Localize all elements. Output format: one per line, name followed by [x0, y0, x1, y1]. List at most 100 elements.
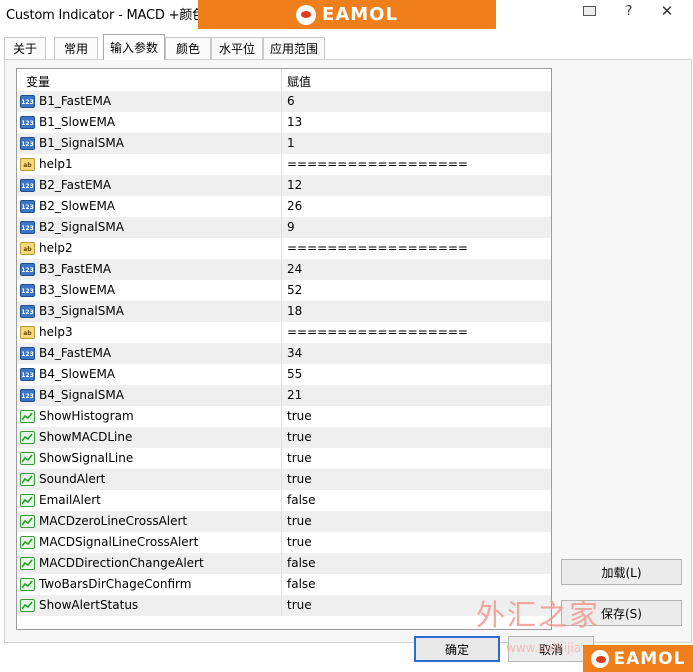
parameter-name: ShowSignalLine	[39, 451, 134, 465]
parameter-name: help1	[39, 157, 73, 171]
table-row[interactable]: ShowSignalLine true	[17, 448, 551, 469]
table-row[interactable]: EmailAlert false	[17, 490, 551, 511]
table-row[interactable]: 123 B3_SlowEMA 52	[17, 280, 551, 301]
column-header-value[interactable]: 赋值	[287, 73, 311, 90]
integer-type-icon: 123	[20, 389, 35, 402]
parameter-name: B1_SignalSMA	[39, 136, 124, 150]
bool-type-icon	[20, 494, 35, 507]
parameter-name: B2_SignalSMA	[39, 220, 124, 234]
integer-type-icon: 123	[20, 200, 35, 213]
tab-input-parameters[interactable]: 输入参数	[103, 34, 165, 60]
table-row[interactable]: 123 B3_SignalSMA 18	[17, 301, 551, 322]
cell-divider	[281, 490, 282, 511]
parameter-name: SoundAlert	[39, 472, 106, 486]
tab-colors[interactable]: 颜色	[165, 37, 211, 59]
integer-type-icon: 123	[20, 305, 35, 318]
brand-logo-icon	[590, 649, 609, 668]
bool-type-icon	[20, 452, 35, 465]
table-row[interactable]: TwoBarsDirChageConfirm false	[17, 574, 551, 595]
parameter-value[interactable]: true	[287, 535, 312, 549]
integer-type-icon: 123	[20, 137, 35, 150]
parameter-value[interactable]: true	[287, 514, 312, 528]
tab-about[interactable]: 关于	[4, 37, 46, 59]
parameter-value[interactable]: 6	[287, 94, 295, 108]
parameter-value[interactable]: 13	[287, 115, 302, 129]
table-row[interactable]: SoundAlert true	[17, 469, 551, 490]
table-row[interactable]: MACDzeroLineCrossAlert true	[17, 511, 551, 532]
parameter-value[interactable]: false	[287, 556, 316, 570]
table-row[interactable]: 123 B2_SlowEMA 26	[17, 196, 551, 217]
cell-divider	[281, 196, 282, 217]
parameter-value[interactable]: 26	[287, 199, 302, 213]
bool-type-icon	[20, 557, 35, 570]
table-row[interactable]: MACDDirectionChangeAlert false	[17, 553, 551, 574]
parameter-name: EmailAlert	[39, 493, 101, 507]
parameter-name: B4_SlowEMA	[39, 367, 116, 381]
parameter-name: B3_SlowEMA	[39, 283, 116, 297]
help-button[interactable]: ?	[612, 0, 646, 22]
table-row[interactable]: 123 B1_SlowEMA 13	[17, 112, 551, 133]
parameter-value[interactable]: true	[287, 430, 312, 444]
parameter-value[interactable]: true	[287, 409, 312, 423]
parameter-name: B4_SignalSMA	[39, 388, 124, 402]
column-divider[interactable]	[281, 69, 282, 91]
tab-levels[interactable]: 水平位	[211, 37, 263, 59]
bool-type-icon	[20, 536, 35, 549]
parameter-value[interactable]: ==================	[287, 325, 468, 339]
title-bar: Custom Indicator - MACD +颜色 - EAMOL ? ✕	[0, 0, 693, 33]
parameter-value[interactable]: true	[287, 472, 312, 486]
close-button[interactable]: ✕	[650, 0, 684, 22]
tab-common[interactable]: 常用	[54, 37, 98, 59]
parameter-value[interactable]: 1	[287, 136, 295, 150]
bool-type-icon	[20, 431, 35, 444]
parameter-value[interactable]: 52	[287, 283, 302, 297]
table-row[interactable]: ShowHistogram true	[17, 406, 551, 427]
parameter-value[interactable]: 12	[287, 178, 302, 192]
parameter-name: help3	[39, 325, 73, 339]
parameter-value[interactable]: false	[287, 577, 316, 591]
parameter-value[interactable]: 24	[287, 262, 302, 276]
table-row[interactable]: 123 B1_FastEMA 6	[17, 91, 551, 112]
table-row[interactable]: MACDSignalLineCrossAlert true	[17, 532, 551, 553]
tab-visualization[interactable]: 应用范围	[263, 37, 325, 59]
bool-type-icon	[20, 578, 35, 591]
table-row[interactable]: 123 B4_SignalSMA 21	[17, 385, 551, 406]
table-row[interactable]: 123 B3_FastEMA 24	[17, 259, 551, 280]
cell-divider	[281, 553, 282, 574]
table-row[interactable]: 123 B2_SignalSMA 9	[17, 217, 551, 238]
cell-divider	[281, 301, 282, 322]
cell-divider	[281, 280, 282, 301]
parameter-value[interactable]: ==================	[287, 241, 468, 255]
parameter-name: B2_SlowEMA	[39, 199, 116, 213]
table-row[interactable]: 123 B4_SlowEMA 55	[17, 364, 551, 385]
parameter-value[interactable]: 34	[287, 346, 302, 360]
parameter-name: B3_FastEMA	[39, 262, 112, 276]
table-row[interactable]: ab help1 ==================	[17, 154, 551, 175]
parameter-value[interactable]: false	[287, 493, 316, 507]
parameter-value[interactable]: 21	[287, 388, 302, 402]
parameter-value[interactable]: true	[287, 598, 312, 612]
cell-divider	[281, 574, 282, 595]
parameter-value[interactable]: 18	[287, 304, 302, 318]
parameter-name: B4_FastEMA	[39, 346, 112, 360]
restore-button[interactable]	[572, 0, 606, 22]
table-row[interactable]: 123 B4_FastEMA 34	[17, 343, 551, 364]
parameter-value[interactable]: 9	[287, 220, 295, 234]
ok-button[interactable]: 确定	[414, 636, 500, 662]
table-row[interactable]: ShowMACDLine true	[17, 427, 551, 448]
table-row[interactable]: 123 B1_SignalSMA 1	[17, 133, 551, 154]
integer-type-icon: 123	[20, 221, 35, 234]
table-row[interactable]: ShowAlertStatus true	[17, 595, 551, 616]
parameter-value[interactable]: 55	[287, 367, 302, 381]
table-row[interactable]: ab help3 ==================	[17, 322, 551, 343]
table-row[interactable]: ab help2 ==================	[17, 238, 551, 259]
table-row[interactable]: 123 B2_FastEMA 12	[17, 175, 551, 196]
integer-type-icon: 123	[20, 263, 35, 276]
parameter-value[interactable]: ==================	[287, 157, 468, 171]
parameter-name: ShowAlertStatus	[39, 598, 139, 612]
column-header-variable[interactable]: 变量	[26, 73, 50, 90]
bool-type-icon	[20, 410, 35, 423]
load-button[interactable]: 加载(L)	[561, 559, 682, 585]
grid-header: 变量 赋值	[17, 69, 551, 91]
parameter-value[interactable]: true	[287, 451, 312, 465]
